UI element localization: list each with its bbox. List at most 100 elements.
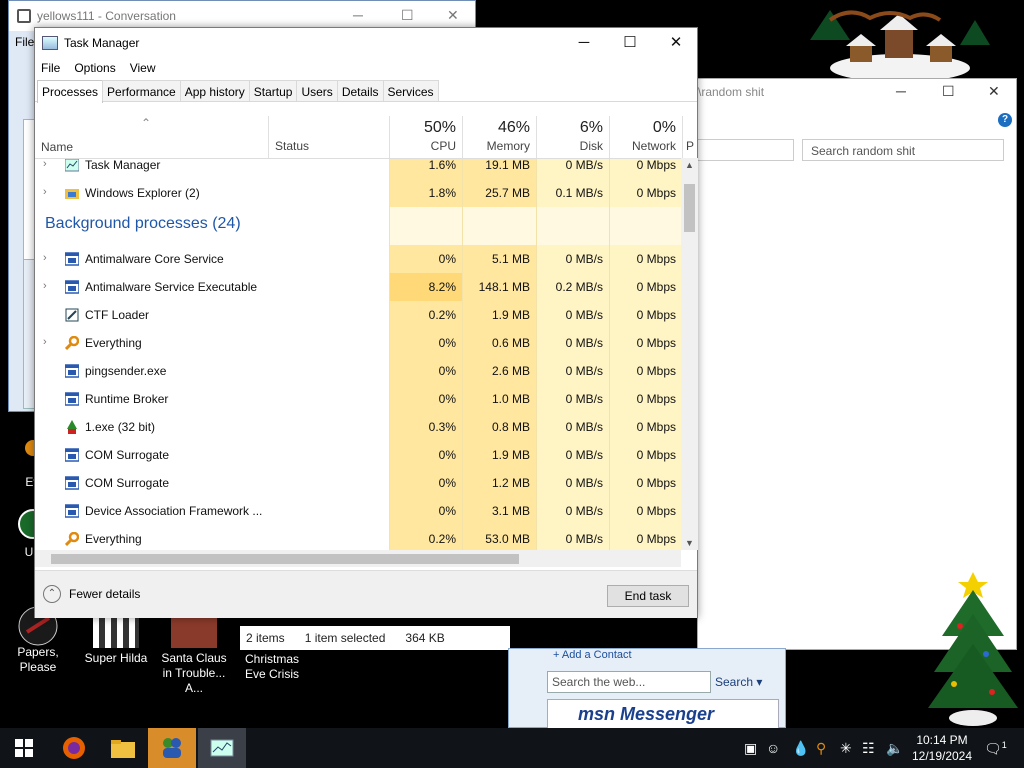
- help-icon[interactable]: ?: [998, 113, 1012, 127]
- process-row[interactable]: › Windows Explorer (2) 1.8% 25.7 MB 0.1 MB/s…: [35, 179, 681, 207]
- process-row[interactable]: Runtime Broker 0% 1.0 MB 0 MB/s 0 Mbps: [35, 385, 681, 413]
- desktop-icon-super-hilda[interactable]: Super Hilda: [78, 616, 154, 666]
- process-mem: 0.6 MB: [462, 329, 536, 357]
- process-cpu: 0%: [389, 357, 462, 385]
- tray-app-icon[interactable]: ▣: [744, 740, 757, 757]
- process-row[interactable]: Device Association Framework ... 0% 3.1 MB…: [35, 497, 681, 525]
- scroll-down-icon[interactable]: ▼: [681, 538, 698, 548]
- desktop-icon-santa[interactable]: Santa Claus in Trouble... A...: [156, 616, 232, 696]
- process-row[interactable]: Everything 0.2% 53.0 MB 0 MB/s 0 Mbps: [35, 525, 681, 550]
- address-bar[interactable]: [698, 139, 794, 161]
- explorer-window[interactable]: \random shit ─ ☐ ✕ ? Search random shit: [697, 78, 1017, 650]
- column-memory[interactable]: 46% Memory: [462, 116, 536, 158]
- task-manager-window[interactable]: Task Manager ─ ☐ ✕ File Options View Pro…: [34, 27, 698, 618]
- process-row[interactable]: › Task Manager 1.6% 19.1 MB 0 MB/s 0 Mbps: [35, 159, 681, 179]
- tray-drop-icon[interactable]: 💧: [792, 740, 809, 757]
- process-mem: 53.0 MB: [462, 525, 536, 550]
- explorer-minimize-button[interactable]: ─: [896, 83, 906, 99]
- web-search-input[interactable]: Search the web...: [547, 671, 711, 693]
- christmas-village-decoration: [810, 10, 990, 80]
- process-list[interactable]: › Task Manager 1.6% 19.1 MB 0 MB/s 0 Mbps › Win…: [35, 158, 681, 550]
- conversation-minimize-button[interactable]: ─: [353, 7, 363, 23]
- tray-volume-icon[interactable]: 🔈: [886, 740, 903, 757]
- chevron-right-icon[interactable]: ›: [43, 159, 47, 170]
- chevron-right-icon[interactable]: ›: [43, 252, 47, 264]
- tab-users[interactable]: Users: [296, 80, 338, 101]
- process-row[interactable]: COM Surrogate 0% 1.9 MB 0 MB/s 0 Mbps: [35, 441, 681, 469]
- explorer-search-input[interactable]: Search random shit: [802, 139, 1004, 161]
- column-name[interactable]: Name: [41, 140, 73, 154]
- process-row[interactable]: › Antimalware Core Service 0% 5.1 MB 0 MB/s 0…: [35, 245, 681, 273]
- minimize-button[interactable]: ─: [561, 31, 607, 55]
- menu-options[interactable]: Options: [74, 61, 115, 75]
- tab-details[interactable]: Details: [336, 80, 384, 101]
- process-name: Everything: [85, 336, 142, 350]
- desktop-icon-christmas-eve-crisis[interactable]: Christmas Eve Crisis: [234, 652, 310, 682]
- action-center-icon[interactable]: 🗨1: [984, 740, 1007, 758]
- tab-app-history[interactable]: App history: [179, 80, 250, 101]
- process-row[interactable]: COM Surrogate 0% 1.2 MB 0 MB/s 0 Mbps: [35, 469, 681, 497]
- taskbar-clock[interactable]: 10:14 PM 12/19/2024: [906, 732, 978, 764]
- column-power[interactable]: P: [682, 116, 698, 158]
- column-cpu[interactable]: 50% CPU: [389, 116, 462, 158]
- chevron-right-icon[interactable]: ›: [43, 280, 47, 292]
- conversation-menu[interactable]: File: [15, 35, 34, 49]
- process-row[interactable]: 1.exe (32 bit) 0.3% 0.8 MB 0 MB/s 0 Mbps: [35, 413, 681, 441]
- chevron-right-icon[interactable]: ›: [43, 336, 47, 348]
- close-button[interactable]: ✕: [653, 31, 699, 55]
- explorer-close-button[interactable]: ✕: [988, 83, 1000, 100]
- vertical-scrollbar[interactable]: ▲ ▼: [681, 158, 698, 550]
- process-cpu: 0%: [389, 469, 462, 497]
- msn-logo: msn Messenger: [547, 699, 779, 728]
- tab-services[interactable]: Services: [382, 80, 439, 101]
- conversation-close-button[interactable]: ✕: [447, 7, 459, 24]
- horizontal-scrollbar[interactable]: [35, 550, 681, 567]
- process-net: 0 Mbps: [609, 159, 681, 179]
- process-row[interactable]: › Antimalware Service Executable 8.2% 148.1…: [35, 273, 681, 301]
- scroll-up-icon[interactable]: ▲: [681, 160, 698, 170]
- explorer-maximize-button[interactable]: ☐: [942, 83, 955, 100]
- process-row[interactable]: CTF Loader 0.2% 1.9 MB 0 MB/s 0 Mbps: [35, 301, 681, 329]
- column-disk[interactable]: 6% Disk: [536, 116, 609, 158]
- taskbar-firefox[interactable]: [50, 728, 98, 768]
- item-count: 2 items: [246, 631, 285, 645]
- tray-snowflake-icon[interactable]: ✳: [840, 740, 852, 757]
- tab-startup[interactable]: Startup: [248, 80, 298, 101]
- chevron-right-icon[interactable]: ›: [43, 186, 47, 198]
- process-name: COM Surrogate: [85, 448, 170, 462]
- maximize-button[interactable]: ☐: [607, 31, 653, 55]
- process-cpu: 0.3%: [389, 413, 462, 441]
- network-total: 0%: [652, 119, 676, 136]
- process-disk: 0 MB/s: [536, 159, 609, 179]
- clock-time: 10:14 PM: [916, 733, 968, 747]
- web-search-button[interactable]: Search ▾: [715, 675, 762, 689]
- end-task-button[interactable]: End task: [607, 585, 689, 607]
- process-row[interactable]: pingsender.exe 0% 2.6 MB 0 MB/s 0 Mbps: [35, 357, 681, 385]
- conversation-maximize-button[interactable]: ☐: [401, 7, 414, 24]
- folder-icon: [111, 740, 135, 758]
- tab-processes[interactable]: Processes: [37, 80, 104, 103]
- column-network[interactable]: 0% Network: [609, 116, 682, 158]
- tray-messenger-icon[interactable]: ☺: [766, 740, 780, 756]
- vertical-scroll-thumb[interactable]: [684, 184, 695, 232]
- tab-performance[interactable]: Performance: [102, 80, 181, 101]
- taskbar-file-explorer[interactable]: [99, 728, 147, 768]
- taskbar-task-manager[interactable]: [198, 728, 246, 768]
- process-net: 0 Mbps: [609, 273, 681, 301]
- process-disk: 0 MB/s: [536, 301, 609, 329]
- fewer-details-button[interactable]: ⌃ Fewer details: [43, 585, 140, 603]
- menu-file[interactable]: File: [41, 61, 60, 75]
- fewer-details-label: Fewer details: [69, 587, 141, 601]
- taskbar-msn-messenger[interactable]: [148, 728, 196, 768]
- start-button[interactable]: [0, 728, 48, 768]
- process-disk: 0.1 MB/s: [536, 179, 609, 207]
- tray-network-icon[interactable]: ☷: [862, 740, 875, 757]
- horizontal-scroll-thumb[interactable]: [51, 554, 519, 564]
- add-contact-link[interactable]: + Add a Contact: [553, 649, 632, 661]
- tray-everything-icon[interactable]: ⚲: [816, 740, 826, 757]
- group-header-background-processes[interactable]: Background processes (24): [35, 207, 681, 245]
- msn-messenger-window[interactable]: + Add a Contact Search the web... Search…: [508, 648, 786, 728]
- column-status-header[interactable]: Status: [268, 116, 389, 158]
- process-row[interactable]: › Everything 0% 0.6 MB 0 MB/s 0 Mbps: [35, 329, 681, 357]
- menu-view[interactable]: View: [130, 61, 156, 75]
